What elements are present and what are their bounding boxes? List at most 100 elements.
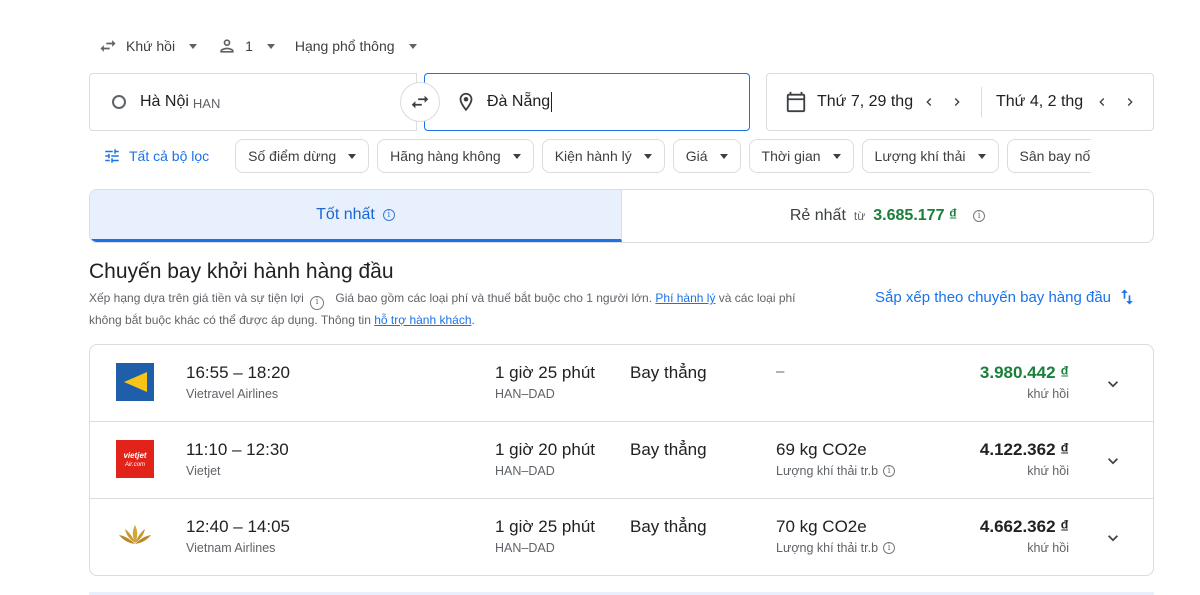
filter-bar: Tất cả bộ lọc Số điểm dừng Hãng hàng khô…	[89, 139, 1099, 173]
chip-label: Lượng khí thải	[874, 148, 966, 164]
info-icon[interactable]: i	[382, 208, 395, 221]
flight-stops: Bay thẳng	[630, 363, 707, 382]
flight-times: 12:40 – 14:05	[186, 517, 290, 536]
flight-price: 4.662.362 ₫	[979, 517, 1069, 536]
baggage-fees-link[interactable]: Phí hành lý	[655, 291, 715, 305]
caret-down-icon	[512, 153, 521, 159]
flight-row[interactable]: vietjet Air.com 11:10 – 12:30 Vietjet 1 …	[90, 422, 1153, 499]
flight-times: 11:10 – 12:30	[186, 440, 289, 459]
tune-icon	[105, 149, 119, 163]
chevron-down-icon	[1108, 458, 1118, 465]
passengers-count: 1	[245, 38, 253, 54]
airline-name: Vietnam Airlines	[186, 541, 276, 555]
expand-flight-button[interactable]	[1103, 451, 1123, 476]
sort-button[interactable]: Sắp xếp theo chuyến bay hàng đầu	[875, 286, 1137, 308]
flight-route: HAN–DAD	[495, 387, 555, 401]
cabin-class-select[interactable]: Hạng phổ thông	[295, 34, 417, 58]
info-icon[interactable]: i	[973, 210, 986, 222]
trip-type-select[interactable]: Khứ hồi	[98, 34, 198, 58]
svg-text:vietjet: vietjet	[123, 451, 146, 460]
chevron-right-icon	[1127, 98, 1133, 106]
origin-circle-icon	[112, 95, 126, 109]
trip-type-label: Khứ hồi	[126, 38, 176, 54]
swap-horizontal-icon	[411, 95, 429, 109]
expand-flight-button[interactable]	[1103, 374, 1123, 399]
destination-field[interactable]: Đà Nẵng	[424, 73, 750, 131]
location-pin-icon	[459, 92, 473, 112]
airline-name: Vietravel Airlines	[186, 387, 279, 401]
filter-chip-times[interactable]: Thời gian	[748, 139, 854, 173]
chip-label: Số điểm dừng	[248, 148, 337, 164]
tab-cheapest[interactable]: Rẻ nhất từ 3.685.177 ₫ i	[622, 190, 1153, 242]
depart-date-field[interactable]: Thứ 7, 29 thg	[767, 74, 971, 130]
filter-chip-bags[interactable]: Kiện hành lý	[541, 139, 665, 173]
ranking-note: Xếp hạng dựa trên giá tiền và sự tiện lợ…	[89, 291, 304, 305]
passenger-assistance-link[interactable]: hỗ trợ hành khách	[374, 313, 471, 327]
airline-name: Vietjet	[186, 464, 221, 478]
flight-emissions: 69 kg CO2e	[776, 440, 867, 459]
return-date-text: Thứ 4, 2 thg	[996, 93, 1084, 110]
origin-code: HAN	[192, 96, 221, 111]
flight-duration: 1 giờ 20 phút	[495, 440, 595, 459]
sort-arrows-icon	[1121, 289, 1133, 305]
info-icon[interactable]: i	[310, 295, 325, 310]
depart-date-text: Thứ 7, 29 thg	[817, 93, 914, 110]
caret-down-icon	[348, 153, 357, 159]
prev-depart-date-button[interactable]	[915, 94, 943, 110]
price-note: Giá bao gồm các loại phí và thuế bắt buộ…	[335, 291, 653, 305]
price-note: khứ hồi	[1027, 387, 1069, 401]
chip-label: Hãng hàng không	[390, 148, 501, 164]
chip-label: Giá	[685, 148, 708, 164]
flight-emissions: 70 kg CO2e	[776, 517, 867, 536]
filter-chip-price[interactable]: Giá	[672, 139, 741, 173]
info-icon[interactable]: i	[883, 542, 896, 554]
return-date-field[interactable]: Thứ 4, 2 thg	[996, 74, 1144, 130]
caret-down-icon	[832, 153, 841, 159]
passengers-select[interactable]: 1	[217, 34, 275, 58]
chip-label: Thời gian	[761, 148, 821, 164]
caret-down-icon	[408, 43, 417, 49]
flight-route: HAN–DAD	[495, 464, 555, 478]
expand-flight-button[interactable]	[1103, 528, 1123, 553]
next-return-date-button[interactable]	[1116, 94, 1144, 110]
price-note-line2: không bắt buộc khác có thể được áp dụng.…	[89, 312, 371, 327]
flight-times: 16:55 – 18:20	[186, 363, 290, 382]
flight-row[interactable]: 16:55 – 18:20 Vietravel Airlines 1 giờ 2…	[90, 345, 1153, 422]
all-filters-button[interactable]: Tất cả bộ lọc	[89, 139, 223, 173]
vietravel-airlines-logo	[116, 363, 154, 401]
chip-label: Sân bay nố	[1019, 148, 1091, 164]
emissions-note-text: Lượng khí thải tr.b	[776, 464, 879, 478]
caret-down-icon	[189, 43, 198, 49]
chevron-down-icon	[1108, 535, 1118, 542]
tab-best[interactable]: Tốt nhất i	[90, 190, 622, 242]
person-icon	[220, 39, 234, 53]
desc-end: .	[471, 312, 475, 327]
cheapest-price: 3.685.177 ₫	[873, 207, 958, 224]
chevron-left-icon	[926, 98, 932, 106]
sort-tabs: Tốt nhất i Rẻ nhất từ 3.685.177 ₫ i	[89, 189, 1154, 243]
all-filters-label: Tất cả bộ lọc	[129, 148, 210, 164]
filter-chip-emissions[interactable]: Lượng khí thải	[861, 139, 999, 173]
price-note: khứ hồi	[1027, 541, 1069, 555]
flight-row[interactable]: 12:40 – 14:05 Vietnam Airlines 1 giờ 25 …	[90, 499, 1153, 575]
flight-price: 4.122.362 ₫	[979, 440, 1069, 459]
info-icon[interactable]: i	[883, 465, 896, 477]
caret-down-icon	[977, 153, 986, 159]
swap-locations-button[interactable]	[400, 82, 440, 122]
flight-duration: 1 giờ 25 phút	[495, 363, 595, 382]
swap-arrows-icon	[100, 40, 116, 52]
prev-return-date-button[interactable]	[1088, 94, 1116, 110]
emissions-note: Lượng khí thải tr.b i	[776, 541, 896, 555]
calendar-icon	[786, 91, 806, 113]
emissions-note: Lượng khí thải tr.b i	[776, 464, 896, 478]
origin-field[interactable]: Hà Nội HAN	[89, 73, 417, 131]
tab-best-label: Tốt nhất	[316, 205, 375, 223]
cheapest-from-label: từ	[853, 209, 866, 223]
filter-chip-airlines[interactable]: Hãng hàng không	[377, 139, 534, 173]
filter-chip-stops[interactable]: Số điểm dừng	[235, 139, 370, 173]
next-depart-date-button[interactable]	[943, 94, 971, 110]
filter-chip-connecting-airports[interactable]: Sân bay nố	[1006, 139, 1091, 173]
tab-cheapest-label: Rẻ nhất	[789, 207, 846, 224]
flight-price: 3.980.442 ₫	[979, 363, 1069, 382]
price-note-mid: và các loại phí	[718, 291, 796, 305]
